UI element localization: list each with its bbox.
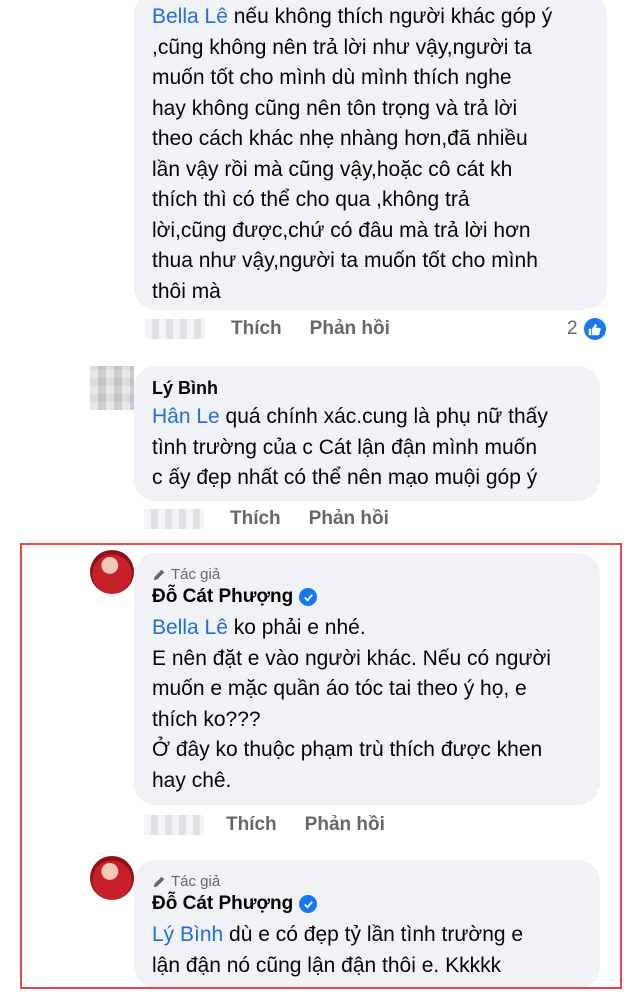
mention-link[interactable]: Lý Bình [152, 923, 223, 946]
comment-text: Bella Lê nếu không thích người khác góp … [152, 5, 553, 303]
verified-badge-icon [299, 588, 318, 606]
reply-button[interactable]: Phản hồi [305, 814, 385, 836]
like-button[interactable]: Thích [230, 508, 281, 530]
pencil-icon [153, 569, 165, 581]
comment-actions: Thích Phản hồi [145, 318, 418, 340]
comment-bubble: Tác giả Đỗ Cát Phượng Bella Lê ko phải e… [134, 553, 600, 805]
comment-text: Lý Bình dù e có đẹp tỷ lần tình trường e… [152, 923, 524, 977]
comment-text: Hân Le quá chính xác.cung là phụ nữ thấy… [152, 405, 548, 489]
avatar[interactable] [90, 366, 134, 410]
comment-author[interactable]: Đỗ Cát Phượng [152, 585, 582, 609]
reply-button[interactable]: Phản hồi [309, 508, 389, 530]
mention-link[interactable]: Bella Lê [152, 616, 228, 639]
pencil-icon [153, 876, 165, 888]
like-button[interactable]: Thích [231, 318, 282, 340]
verified-badge-icon [299, 895, 318, 913]
comment-author[interactable]: Đỗ Cát Phượng [152, 892, 582, 916]
author-tag: Tác giả [152, 872, 582, 892]
timestamp [144, 509, 204, 529]
mention-link[interactable]: Hân Le [152, 405, 220, 428]
reaction-count[interactable]: 2 [567, 318, 606, 340]
avatar[interactable] [90, 550, 134, 594]
thumbs-up-icon [583, 318, 606, 340]
comment-bubble: Lý Bình Hân Le quá chính xác.cung là phụ… [134, 366, 600, 501]
reply-button[interactable]: Phản hồi [310, 318, 390, 340]
comment-text: Bella Lê ko phải e nhé. E nên đặt e vào … [152, 616, 551, 792]
timestamp [145, 319, 205, 339]
like-button[interactable]: Thích [226, 814, 277, 836]
comment-author[interactable]: Lý Bình [152, 376, 582, 400]
comment-actions: Thích Phản hồi [144, 814, 413, 836]
timestamp [144, 815, 204, 835]
comment-actions: Thích Phản hồi [144, 508, 417, 530]
author-tag: Tác giả [152, 565, 582, 585]
comment-bubble: Tác giả Đỗ Cát Phượng Lý Bình dù e có đẹ… [134, 860, 600, 988]
mention-link[interactable]: Bella Lê [152, 5, 228, 28]
comment-bubble: Bella Lê nếu không thích người khác góp … [134, 0, 607, 310]
avatar[interactable] [90, 856, 134, 900]
